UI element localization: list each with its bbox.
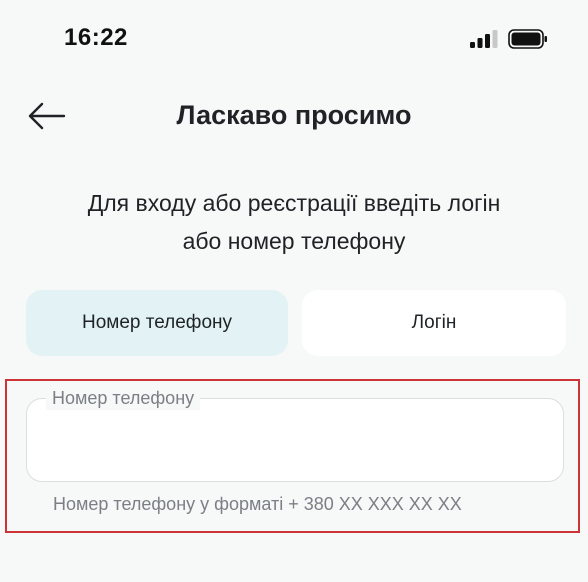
phone-field-label: Номер телефону <box>46 386 201 410</box>
phone-number-input[interactable] <box>26 398 564 482</box>
phone-format-hint: Номер телефону у форматі + 380 XX XXX XX… <box>53 494 462 514</box>
instruction-text: Для входу або реєстрації введіть логін а… <box>40 184 548 260</box>
status-bar: 16:22 <box>0 0 588 80</box>
battery-icon <box>508 29 547 49</box>
instruction-line-1: Для входу або реєстрації введіть логін <box>87 190 501 216</box>
instruction-line-2: або номер телефону <box>182 228 406 254</box>
cellular-signal-icon <box>470 30 498 48</box>
status-time: 16:22 <box>64 24 128 51</box>
header: Ласкаво просимо <box>0 90 588 142</box>
page-title: Ласкаво просимо <box>176 100 412 130</box>
phone-field: Номер телефону <box>26 386 564 482</box>
login-method-tabs: Номер телефону Логін <box>26 290 566 356</box>
tab-phone-number[interactable]: Номер телефону <box>26 290 288 356</box>
tab-login[interactable]: Логін <box>302 290 566 356</box>
